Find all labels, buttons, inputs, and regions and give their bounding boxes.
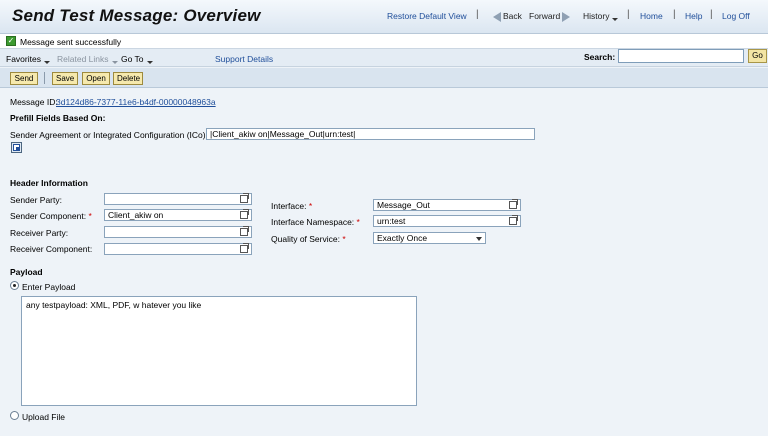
required-marker: * [356,217,360,227]
help-link[interactable]: Help [685,11,702,21]
forward-button[interactable]: Forward [529,11,571,22]
receiver-component-input[interactable] [104,243,252,255]
interface-label: Interface: * [271,201,313,211]
delete-button[interactable]: Delete [113,72,143,85]
value-help-icon[interactable] [240,243,249,253]
status-message: Message sent successfully [20,37,122,47]
payload-textarea[interactable]: any testpayload: XML, PDF, w hatever you… [21,296,417,406]
dropdown-arrow-icon [146,61,153,64]
go-button[interactable]: Go [748,49,767,63]
chevron-down-icon [476,237,482,241]
ico-input[interactable]: |Client_akiw on|Message_Out|urn:test| [206,128,535,140]
required-marker: * [342,234,346,244]
toolbar-separator [44,72,45,84]
header-info-heading: Header Information [10,178,88,188]
interface-namespace-input[interactable]: urn:test [373,215,521,227]
quality-of-service-select[interactable]: Exactly Once [373,232,486,244]
goto-menu[interactable]: Go To [121,54,153,64]
sender-party-input[interactable] [104,193,252,205]
back-arrow-icon [493,11,501,22]
dropdown-arrow-icon [612,18,619,21]
upload-file-radio[interactable] [10,411,19,420]
nav-separator: | [476,9,479,20]
ico-label: Sender Agreement or Integrated Configura… [10,130,208,140]
search-input[interactable] [618,49,744,63]
upload-file-label: Upload File [22,412,65,422]
enter-payload-radio[interactable] [10,281,19,290]
message-bar: ✓ Message sent successfully [0,34,768,49]
favorites-menu[interactable]: Favorites [6,54,50,64]
message-id-label: Message ID: [10,97,58,107]
search-label: Search: [584,52,616,62]
enter-payload-label: Enter Payload [22,282,76,292]
restore-default-view-link[interactable]: Restore Default View [387,11,467,21]
sender-party-label: Sender Party: [10,195,62,205]
history-menu[interactable]: History [583,11,619,21]
open-button[interactable]: Open [82,72,110,85]
receiver-party-input[interactable] [104,226,252,238]
interface-namespace-label: Interface Namespace: * [271,217,360,227]
interface-input[interactable]: Message_Out [373,199,521,211]
send-button[interactable]: Send [10,72,38,85]
back-button[interactable]: Back [493,11,522,22]
sender-component-label: Sender Component: * [10,211,92,221]
required-marker: * [88,211,92,221]
message-id-link[interactable]: 3d124d86-7377-11e6-b4df-00000048963a [56,97,216,107]
nav-separator: | [673,9,676,20]
support-details-link[interactable]: Support Details [215,54,273,64]
value-help-icon[interactable] [240,226,249,236]
required-marker: * [308,201,313,211]
main-content: Message ID: 3d124d86-7377-11e6-b4df-0000… [0,89,768,436]
sender-component-input[interactable]: Client_akiw on [104,209,252,221]
save-button[interactable]: Save [52,72,78,85]
copy-icon[interactable] [11,142,22,153]
page-title: Send Test Message: Overview [12,6,261,25]
quality-of-service-label: Quality of Service: * [271,234,346,244]
value-help-icon[interactable] [509,215,518,225]
value-help-icon[interactable] [240,209,249,219]
logoff-link[interactable]: Log Off [722,11,750,21]
payload-heading: Payload [10,267,43,277]
forward-arrow-icon [562,11,571,22]
prefill-heading: Prefill Fields Based On: [10,113,106,123]
related-links-menu[interactable]: Related Links [57,54,118,64]
dropdown-arrow-icon [111,61,118,64]
nav-separator: | [627,9,630,20]
nav-separator: | [710,9,713,20]
check-icon: ✓ [6,36,16,46]
receiver-component-label: Receiver Component: [10,244,93,254]
toolbar: Send Save Open Delete [0,68,768,88]
dropdown-arrow-icon [43,61,50,64]
value-help-icon[interactable] [509,199,518,209]
home-link[interactable]: Home [640,11,663,21]
receiver-party-label: Receiver Party: [10,228,69,238]
value-help-icon[interactable] [240,193,249,203]
title-bar: Send Test Message: Overview Restore Defa… [0,0,768,34]
